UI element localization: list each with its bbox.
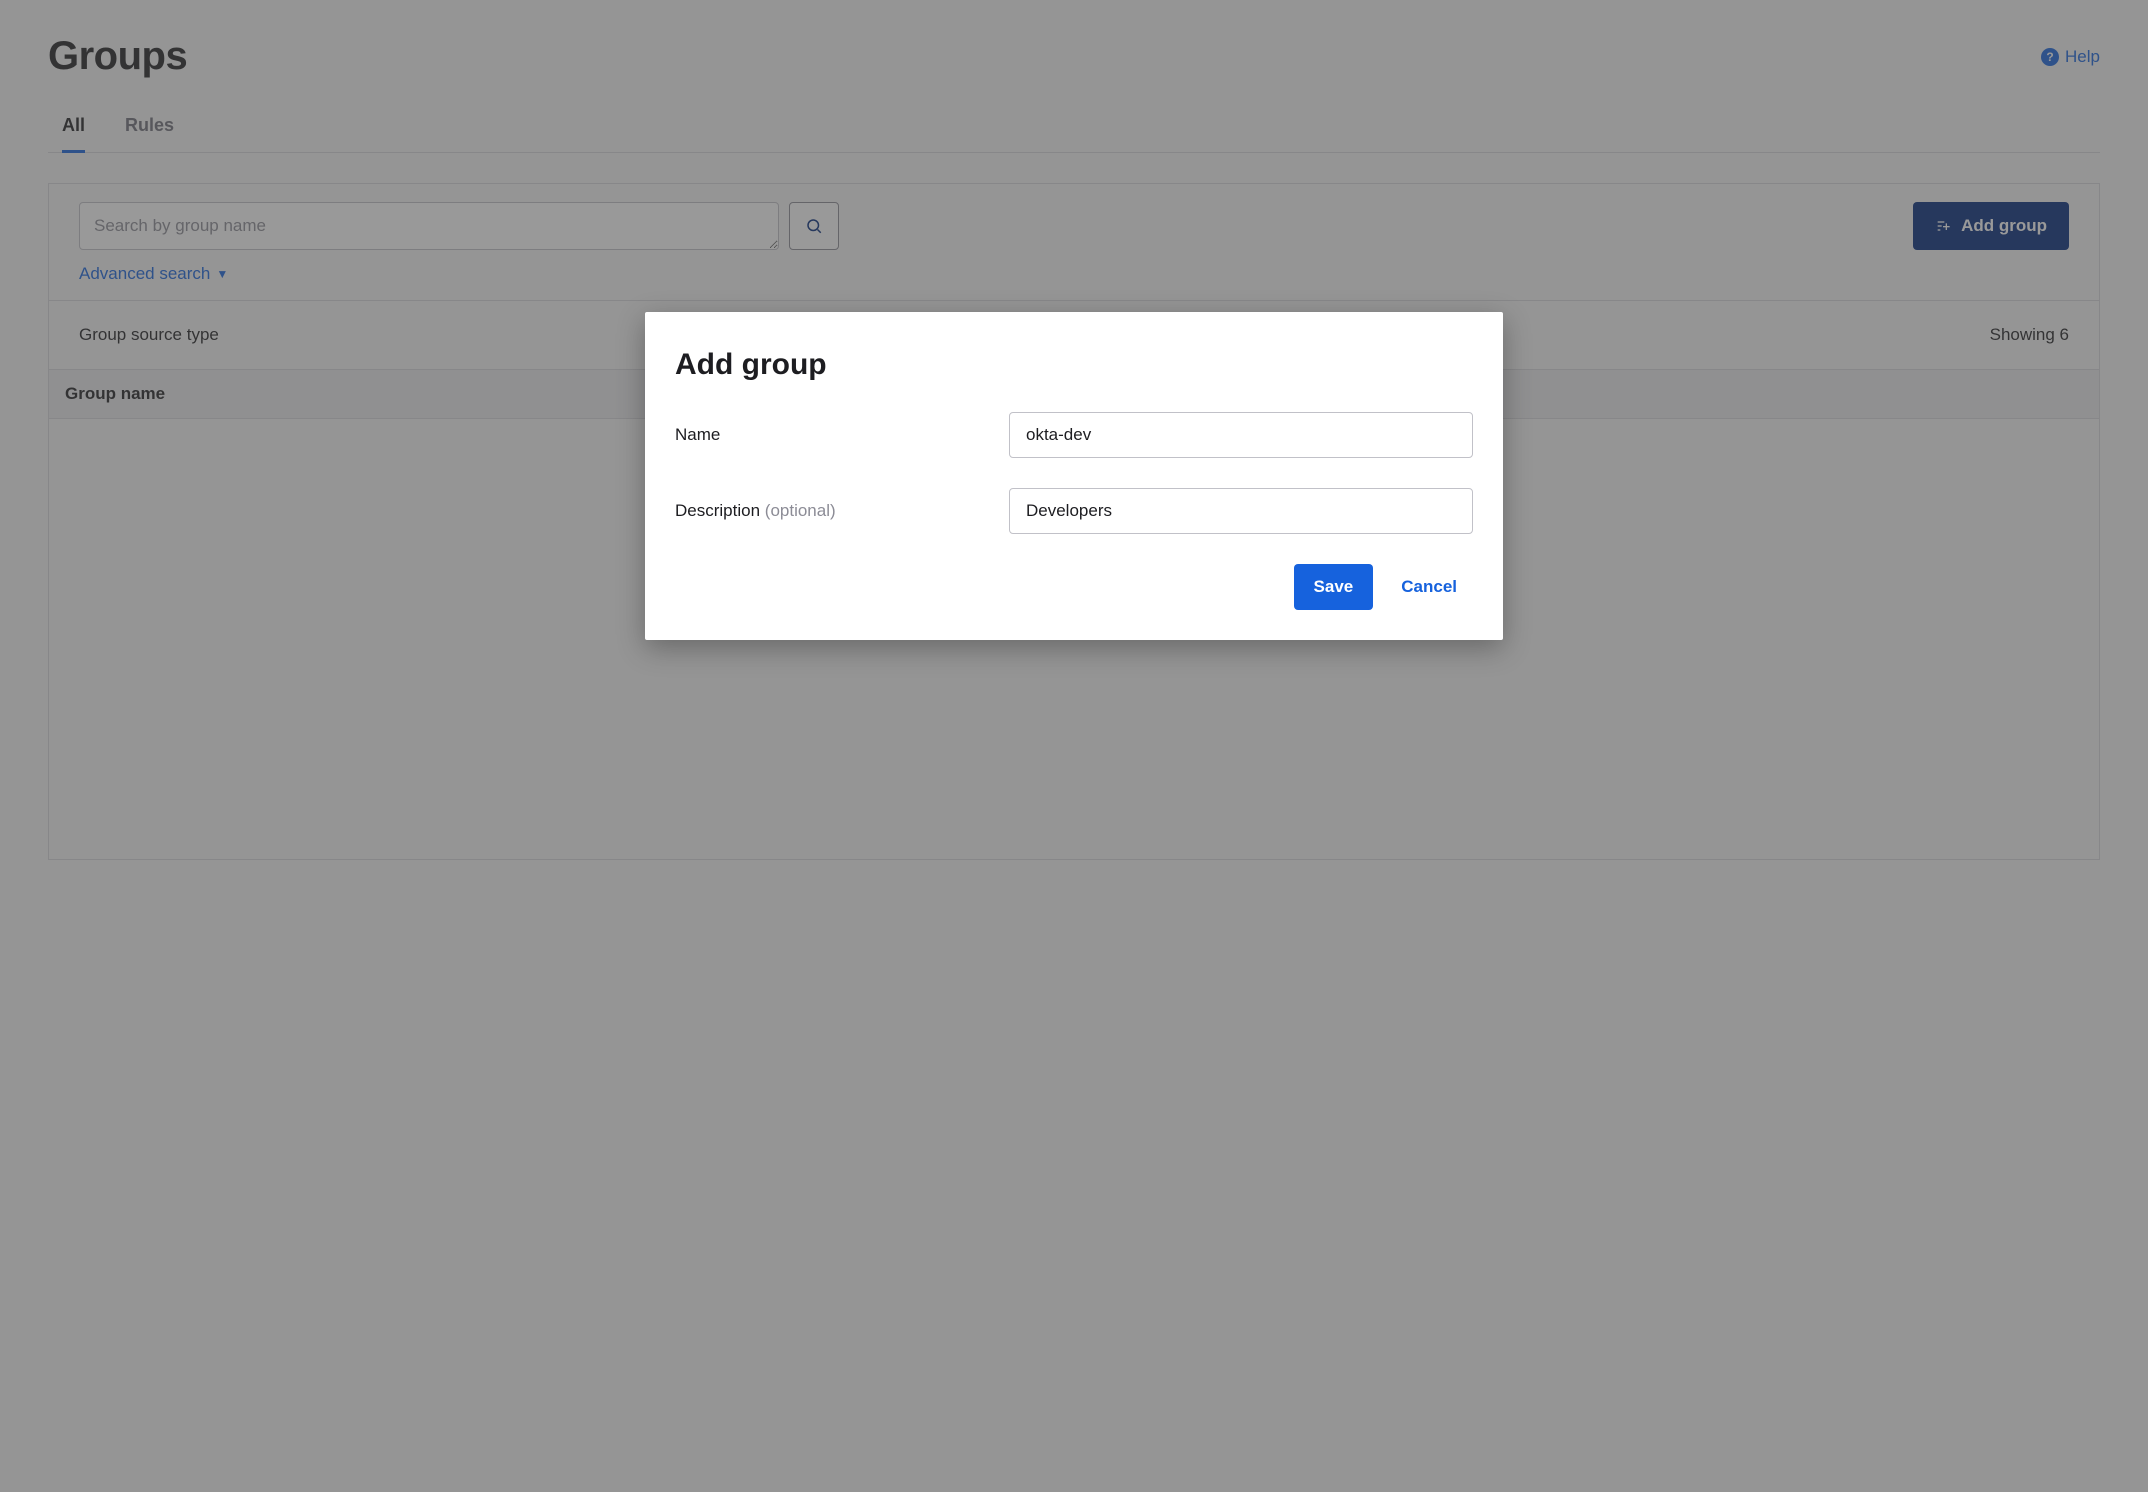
modal-overlay[interactable]: Add group Name Description (optional) Sa… bbox=[0, 0, 2148, 1492]
save-button[interactable]: Save bbox=[1294, 564, 1374, 610]
description-row: Description (optional) bbox=[675, 488, 1473, 534]
name-input[interactable] bbox=[1009, 412, 1473, 458]
add-group-modal: Add group Name Description (optional) Sa… bbox=[645, 312, 1503, 640]
name-row: Name bbox=[675, 412, 1473, 458]
description-optional: (optional) bbox=[765, 501, 836, 520]
name-label: Name bbox=[675, 425, 1009, 445]
modal-actions: Save Cancel bbox=[675, 564, 1473, 610]
description-input[interactable] bbox=[1009, 488, 1473, 534]
description-label-text: Description bbox=[675, 501, 760, 520]
modal-title: Add group bbox=[675, 348, 1473, 382]
cancel-button[interactable]: Cancel bbox=[1401, 577, 1473, 597]
description-label: Description (optional) bbox=[675, 501, 1009, 521]
